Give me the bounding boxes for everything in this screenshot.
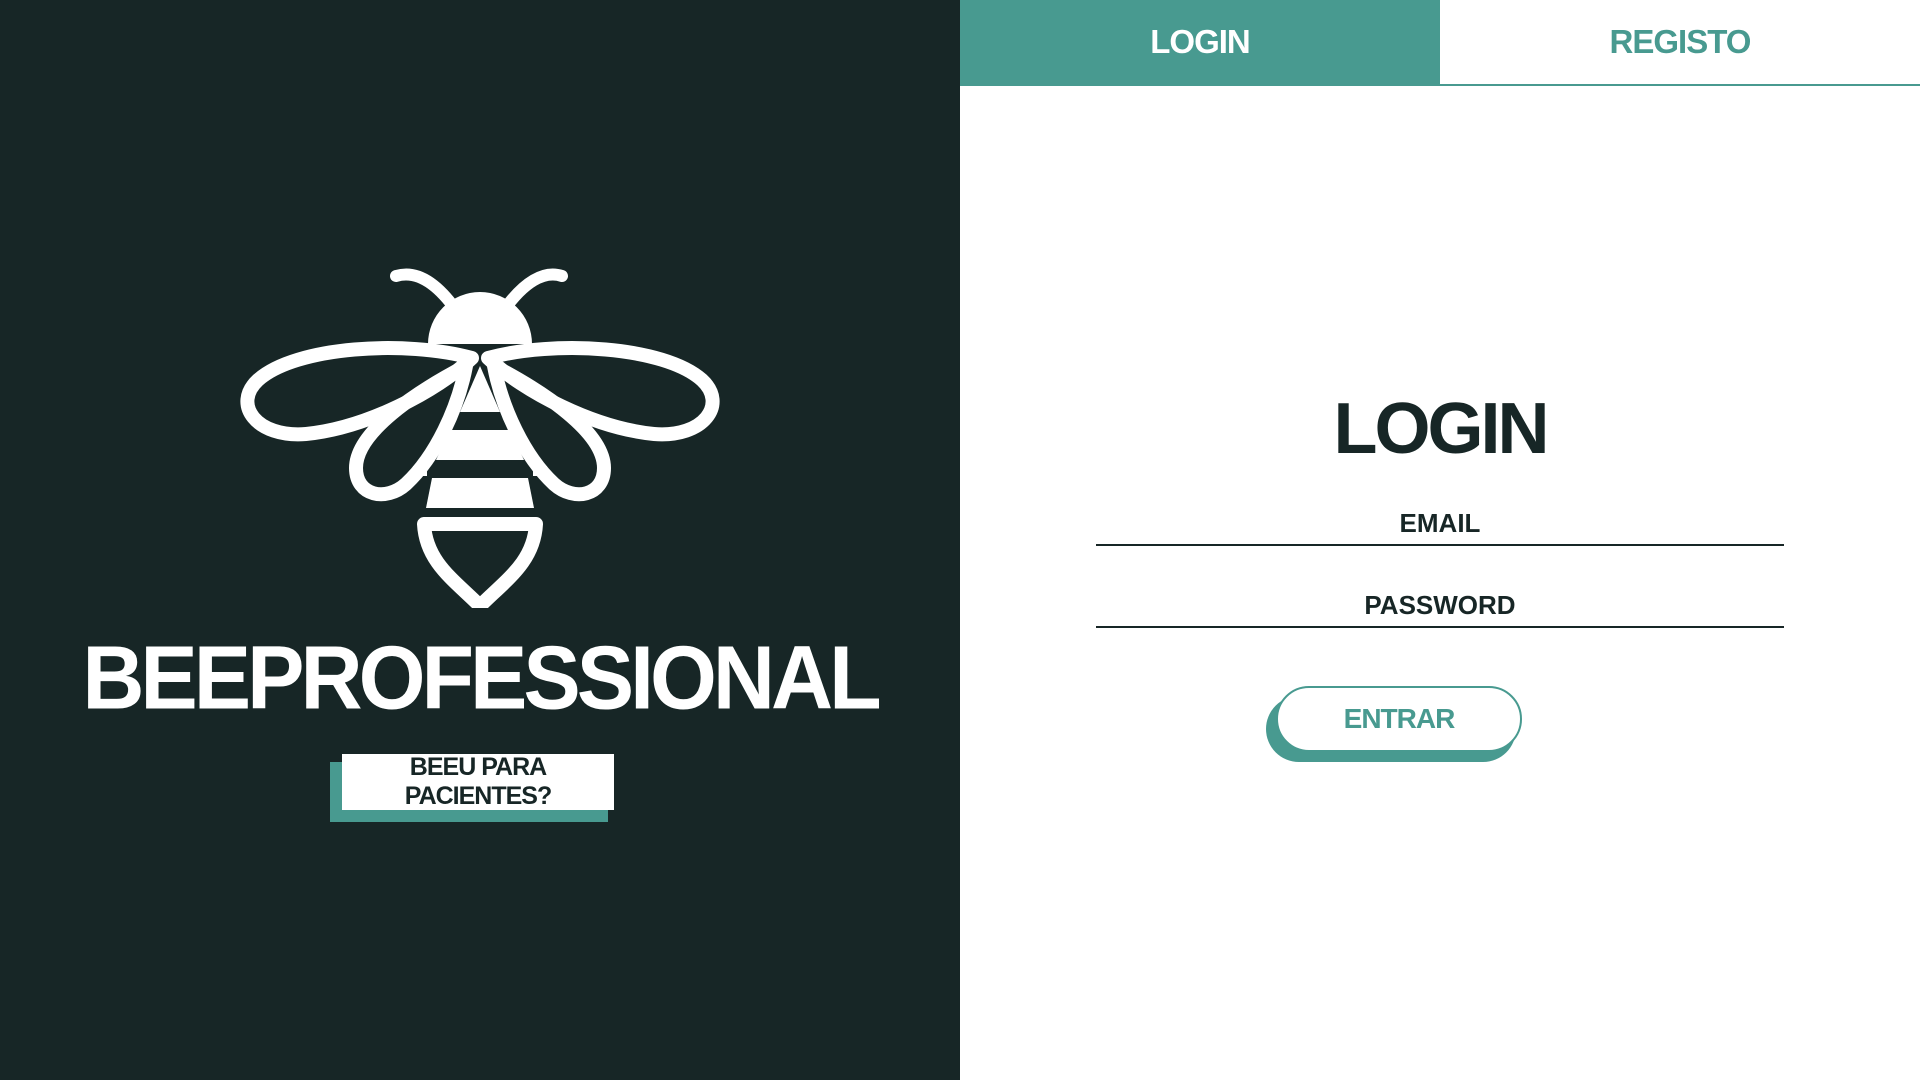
form-title: LOGIN: [1333, 389, 1550, 469]
submit-wrap: ENTRAR: [1266, 686, 1522, 764]
tab-login[interactable]: LOGIN: [960, 0, 1440, 84]
login-panel: LOGIN REGISTO LOGIN ENTRAR: [960, 0, 1920, 1080]
patients-button[interactable]: BEEU PARA PACIENTES?: [342, 753, 614, 810]
submit-button[interactable]: ENTRAR: [1276, 686, 1522, 752]
password-field[interactable]: [1096, 584, 1784, 628]
brand-name: BEEPROFESSIONAL: [82, 627, 881, 729]
tab-register[interactable]: REGISTO: [1440, 0, 1920, 84]
auth-tabs: LOGIN REGISTO: [960, 0, 1920, 86]
bee-icon: [240, 268, 720, 608]
email-field[interactable]: [1096, 502, 1784, 546]
patients-link-wrap: BEEU PARA PACIENTES?: [330, 753, 614, 822]
brand-panel: BEEPROFESSIONAL BEEU PARA PACIENTES?: [0, 0, 960, 1080]
page: BEEPROFESSIONAL BEEU PARA PACIENTES? LOG…: [0, 0, 1920, 1080]
